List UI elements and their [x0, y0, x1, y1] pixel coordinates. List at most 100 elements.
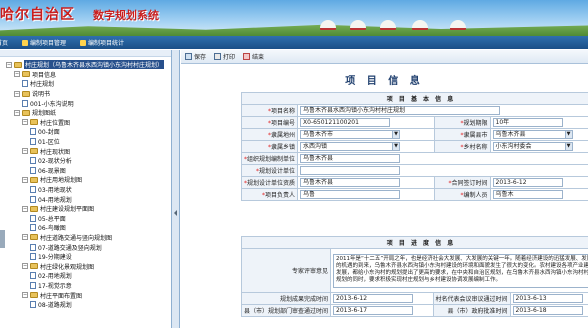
tree-item[interactable]: 17-视觉示意	[6, 281, 171, 291]
nav-project-stats[interactable]: 编制项目统计	[80, 38, 124, 47]
contract-date-input[interactable]: 2013-6-12	[492, 178, 563, 187]
review-label: 专家评审意见	[240, 248, 332, 293]
tree-item[interactable]: − 村庄绿化景观规划图	[6, 261, 171, 271]
meeting-cell: 2013-6-13	[509, 292, 588, 305]
fee-input[interactable]: 乌鲁木齐县	[300, 178, 401, 187]
project-no-input[interactable]: X0-650121100201	[300, 118, 391, 127]
tree-item[interactable]: 05-总平面	[6, 214, 171, 224]
plan-period-input[interactable]: 10年	[492, 118, 563, 127]
collapse-icon[interactable]: −	[22, 234, 28, 241]
document-icon	[30, 195, 36, 203]
tree-item[interactable]: 19-分期建设	[6, 252, 171, 262]
leader-input[interactable]: 乌鲁	[300, 190, 401, 199]
fee-label: *规划设计单位资质	[240, 176, 299, 189]
leader-label: *项目负责人	[240, 188, 299, 201]
folder-icon	[30, 292, 38, 299]
collapse-icon[interactable]: −	[6, 61, 12, 68]
collapse-icon[interactable]: −	[22, 148, 28, 155]
tree-item[interactable]: 02-现状分析	[6, 156, 171, 166]
plan-period-label: *规划期限	[433, 116, 491, 129]
tree-item[interactable]: 07-道路交通及竖向规划	[6, 242, 171, 252]
nav-project-manage[interactable]: 编制项目管理	[22, 38, 66, 47]
region-select[interactable]: 乌鲁木齐市 ▼	[300, 130, 401, 139]
dept-date-input[interactable]: 2013-6-17	[333, 306, 414, 315]
tree-item[interactable]: 00-封面	[6, 127, 171, 137]
project-no-cell: X0-650121100201	[297, 116, 435, 129]
review-textarea[interactable]: 2011年是“十二五”开局之年，也是经济社会大发展、大发展的关键一年。随着经济建…	[333, 253, 588, 288]
tree-item-label: 07-道路交通及竖向规划	[38, 244, 102, 252]
township-cell: 水西沟镇 ▼	[297, 140, 435, 153]
collapse-icon[interactable]: −	[22, 292, 28, 299]
save-icon	[185, 53, 192, 60]
chevron-down-icon: ▼	[392, 131, 400, 138]
tree-item[interactable]: − 村庄平面布置图	[6, 290, 171, 300]
tree-item-label: 01-区位	[38, 139, 60, 147]
folder-icon	[22, 109, 30, 116]
tree-item-label: 06-现景图	[38, 167, 66, 175]
collapse-icon[interactable]: −	[14, 109, 20, 116]
collapse-icon[interactable]: −	[22, 119, 28, 126]
tree-item-label: 19-分期建设	[38, 254, 72, 262]
village-cell: 小东沟村委会 ▼	[489, 140, 588, 153]
township-select[interactable]: 水西沟镇 ▼	[300, 142, 401, 151]
tree-item[interactable]: − 村庄现状图	[6, 146, 171, 156]
tree-item[interactable]: − 村庄位置图	[6, 118, 171, 128]
tree-item-label: 项目信息	[32, 71, 57, 79]
folder-icon	[30, 205, 38, 212]
tree-item[interactable]: 06-现景图	[6, 166, 171, 176]
print-button[interactable]: 打印	[214, 52, 235, 61]
collapse-icon[interactable]: −	[22, 263, 28, 270]
editor-input[interactable]: 乌鲁木	[492, 190, 563, 199]
tree-item[interactable]: 村庄规划	[6, 79, 171, 89]
tree-root[interactable]: − 村庄规划（乌鲁木齐县水西沟镇小东沟村村庄规划）	[6, 60, 171, 70]
project-name-label: *项目名称	[240, 104, 299, 117]
document-icon	[30, 157, 36, 165]
folder-icon	[30, 148, 38, 155]
app-header: 哈尔自治区 数字规划系统	[0, 0, 588, 36]
nav-home[interactable]: 首页	[0, 38, 8, 47]
tree-item[interactable]: − 规划图纸	[6, 108, 171, 118]
collapse-icon[interactable]: −	[14, 71, 20, 78]
folder-icon	[30, 119, 38, 126]
collapse-icon[interactable]: −	[22, 176, 28, 183]
region-label: *隶属地州	[240, 128, 299, 141]
county-select[interactable]: 乌鲁木齐县 ▼	[492, 130, 573, 139]
system-subtitle: 数字规划系统	[93, 9, 159, 22]
design-input[interactable]	[300, 166, 401, 175]
project-name-input[interactable]: 乌鲁木齐县水西沟镇小东沟村村庄规划	[300, 106, 501, 115]
village-select[interactable]: 小东沟村委会 ▼	[492, 142, 573, 151]
nav-home-label: 首页	[0, 40, 9, 47]
tree-item[interactable]: − 说明书	[6, 89, 171, 99]
collapse-icon[interactable]: −	[22, 205, 28, 212]
panel-splitter[interactable]	[172, 50, 180, 328]
tree-item[interactable]: 06-鸟瞰图	[6, 223, 171, 233]
panel-collapse-handle[interactable]	[0, 230, 5, 248]
tree-item-label: 03-用地现状	[38, 187, 72, 195]
collapse-icon[interactable]: −	[14, 90, 20, 97]
system-title: 哈尔自治区	[0, 7, 75, 23]
tree-item-label: 村庄规划	[30, 81, 55, 89]
done-date-input[interactable]: 2013-6-12	[333, 294, 414, 303]
done-label: 规划成果完成时间	[240, 292, 332, 305]
org-input[interactable]: 乌鲁木齐县	[300, 154, 401, 163]
tree-item[interactable]: − 项目信息	[6, 70, 171, 80]
tree-item[interactable]: 08-道路规划	[6, 300, 171, 310]
tree-item[interactable]: − 村庄建设规划平面图	[6, 204, 171, 214]
close-button[interactable]: 结束	[243, 52, 264, 61]
contract-cell: 2013-6-12	[489, 176, 588, 189]
editor-label: *编制人员	[433, 188, 491, 201]
project-tree: − 村庄规划（乌鲁木齐县水西沟镇小东沟村村庄规划） − 项目信息 村庄规划 − 说明书 0…	[0, 57, 171, 309]
tree-item[interactable]: 04-用地规划	[6, 194, 171, 204]
tree-item[interactable]: 01-区位	[6, 137, 171, 147]
gov-date-input[interactable]: 2013-6-18	[512, 306, 583, 315]
tree-item[interactable]: − 村庄道路交通与竖向规划图	[6, 233, 171, 243]
collapse-arrow-icon[interactable]	[174, 210, 177, 216]
tree-item[interactable]: 001-小东沟说明	[6, 98, 171, 108]
tree-item[interactable]: − 村庄用地规划图	[6, 175, 171, 185]
meeting-date-input[interactable]: 2013-6-13	[512, 294, 583, 303]
tree-item[interactable]: 02-用地规划	[6, 271, 171, 281]
nav-project-manage-label: 编制项目管理	[30, 40, 67, 47]
dept-cell: 2013-6-17	[330, 304, 434, 317]
save-button[interactable]: 保存	[185, 52, 206, 61]
tree-item[interactable]: 03-用地现状	[6, 185, 171, 195]
